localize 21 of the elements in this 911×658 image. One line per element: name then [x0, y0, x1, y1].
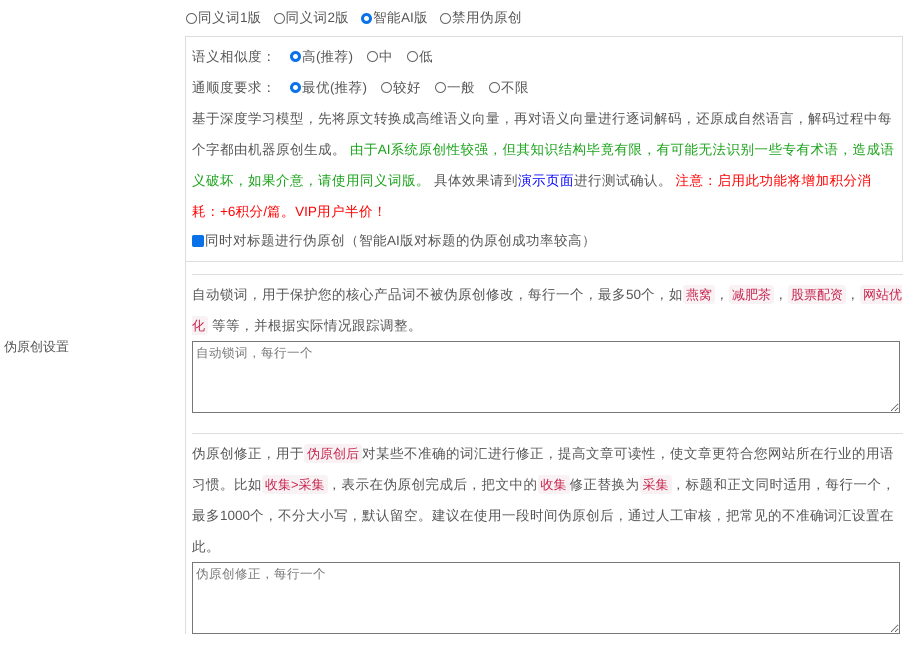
description-text: 自动锁词，用于保护您的核心产品词不被伪原创修改，每行一个，最多50个，如 燕窝 ， 减肥茶 ， 股票配资 ， 网站优化 等等，并根据实际情况跟踪调整。: [192, 284, 903, 337]
title-checkbox[interactable]: 同时对标题进行伪原创（智能AI版对标题的伪原创成功率较高）: [192, 227, 596, 255]
mode-radio[interactable]: 同义词1版: [186, 9, 262, 27]
option-radio[interactable]: 高(推荐): [290, 48, 353, 66]
option-label: 通顺度要求：: [192, 78, 276, 96]
description-text: 基于深度学习模型，先将原文转换成高维语义向量，再对语义向量进行逐词解码，还原成自然语言，解码过程中每个字都由机器原创生成。 由于AI系统原创性较强，但其知识结构毕竟有限，有可能无法识别一些专有术语，造成语义破坏，如果介意，请使用同义词版。 具体效果请到演示页面进行测试确认。 注意：启用此功能将增加积分消耗：+6积分/篇。VIP用户半价！: [192, 110, 896, 221]
option-label: 语义相似度：: [192, 48, 276, 66]
option-radio[interactable]: 最优(推荐): [290, 78, 367, 96]
option-radio[interactable]: 低: [407, 48, 433, 66]
option-radio[interactable]: 较好: [381, 78, 421, 96]
section-label: 伪原创设置: [4, 338, 69, 356]
demo-page-link[interactable]: 演示页面: [518, 173, 574, 188]
description-text: 伪原创修正，用于 伪原创后 对某些不准确的词汇进行修正，提高文章可读性，使文章更符合您网站所在行业的用语习惯。比如 收集>采集 ，表示在伪原创完成后，把文中的 收集 修正替换为 采集 ，标题和正文同时适用，每行一个，最多1000个，不分大小写，默认留空。建议在使用一段时间伪原创后，通过人工审核，把常见的不准确词汇设置在此。: [192, 443, 897, 556]
corrections-field[interactable]: 伪原创修正，每行一个: [192, 562, 900, 634]
lock-words-field[interactable]: 自动锁词，每行一个: [192, 341, 900, 413]
option-radio[interactable]: 一般: [435, 78, 475, 96]
mode-radio[interactable]: 同义词2版: [274, 9, 350, 27]
option-radio[interactable]: 不限: [489, 78, 529, 96]
mode-radio[interactable]: 禁用伪原创: [440, 9, 522, 27]
option-radio[interactable]: 中: [367, 48, 393, 66]
mode-radio[interactable]: 智能AI版: [361, 9, 428, 27]
